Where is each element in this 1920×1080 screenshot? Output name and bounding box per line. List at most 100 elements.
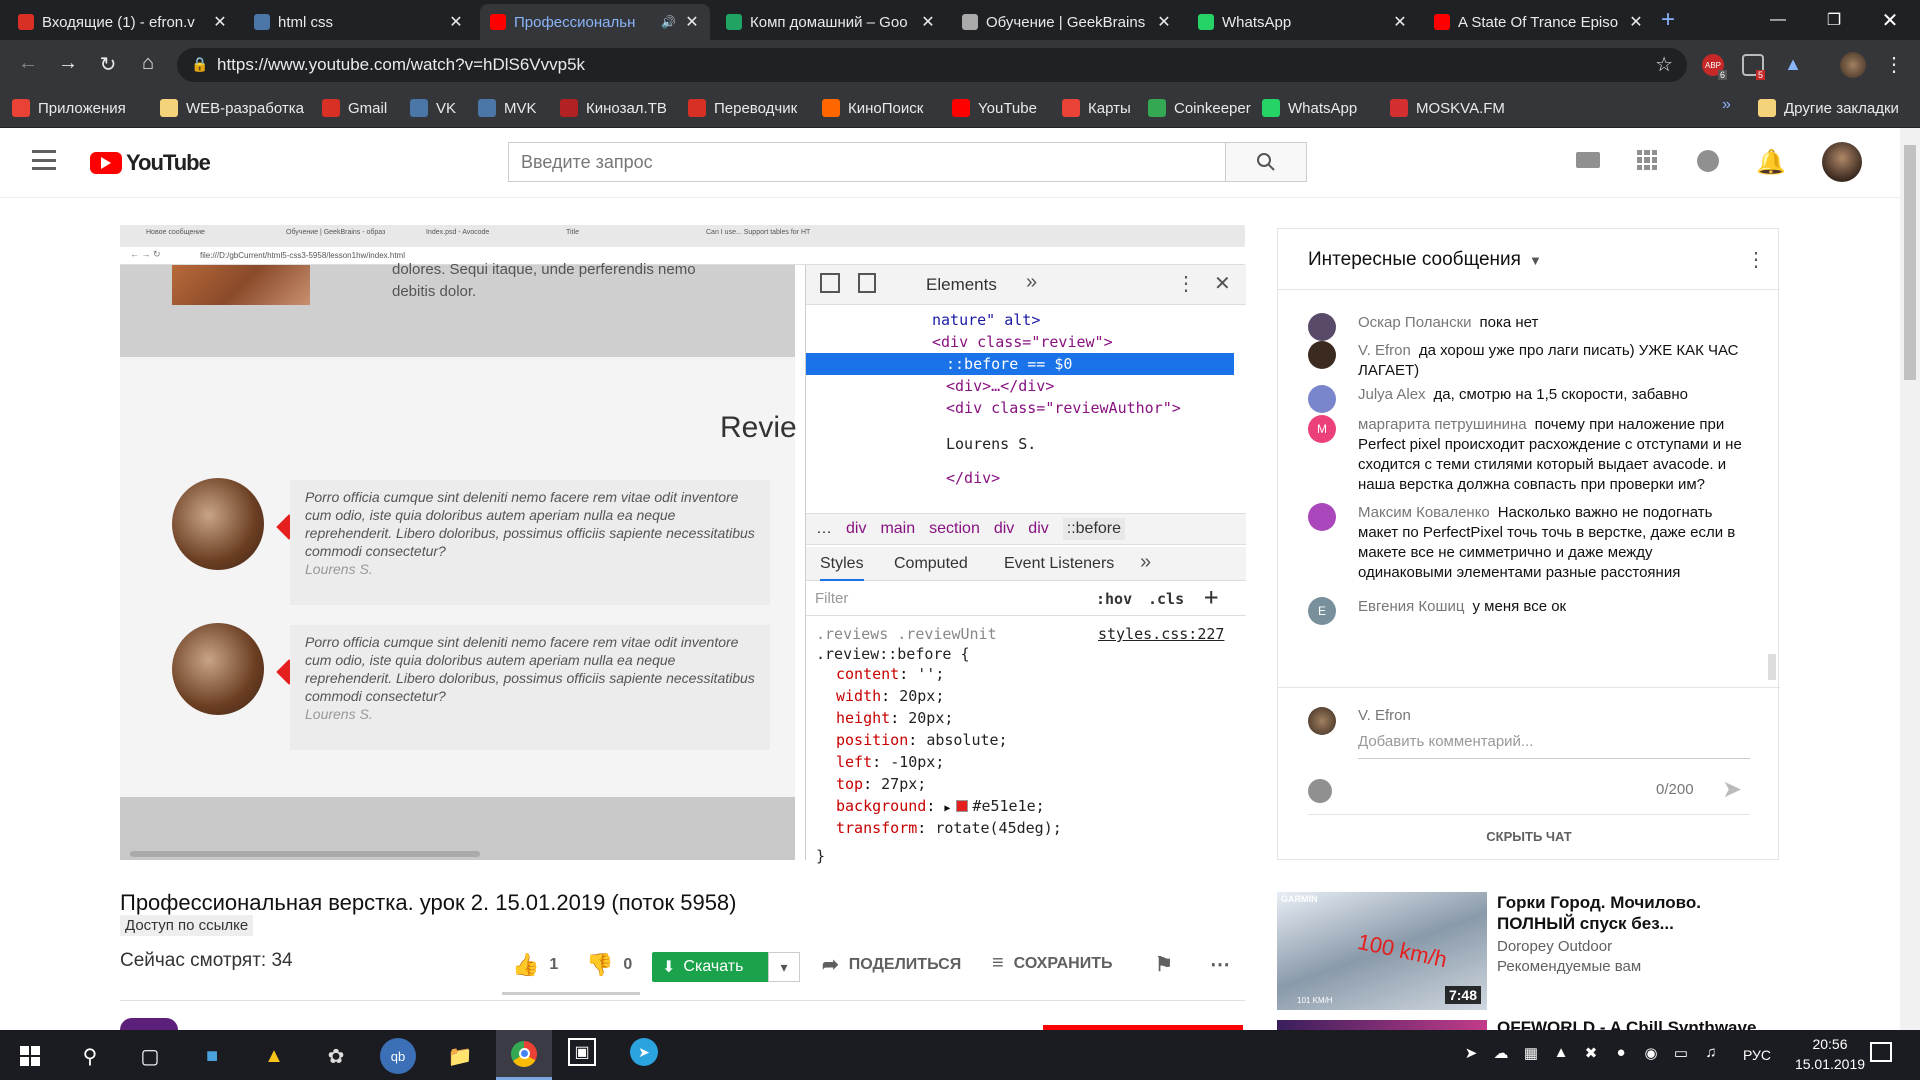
chat-message[interactable]: V. Efron да хорош уже про лаги писать) УЖ… bbox=[1308, 341, 1748, 381]
bookmark-item[interactable]: YouTube bbox=[952, 99, 1037, 117]
bookmark-item[interactable]: WhatsApp bbox=[1262, 99, 1357, 117]
search-input[interactable]: Введите запрос bbox=[508, 142, 1226, 182]
devtools-close-icon[interactable]: ✕ bbox=[1214, 271, 1231, 296]
notification-center-icon[interactable] bbox=[1870, 1042, 1892, 1062]
breadcrumb-item[interactable]: div bbox=[1028, 520, 1048, 538]
speaker-icon[interactable]: 🔊 bbox=[661, 15, 676, 29]
chat-mode-selector[interactable]: Интересные сообщения ▼ bbox=[1308, 249, 1542, 271]
messages-icon[interactable] bbox=[1697, 150, 1719, 172]
forward-arrow-icon[interactable]: → bbox=[54, 52, 82, 75]
close-window-button[interactable]: ✕ bbox=[1862, 0, 1918, 40]
rule-source-link[interactable]: styles.css:227 bbox=[1098, 625, 1224, 643]
bookmark-item[interactable]: Приложения bbox=[12, 99, 126, 117]
devtools-menu-icon[interactable]: ⋮ bbox=[1176, 271, 1196, 296]
dom-node[interactable]: ::before == $0 bbox=[946, 355, 1072, 373]
create-video-icon[interactable] bbox=[1576, 152, 1600, 168]
cls-toggle[interactable]: .cls bbox=[1148, 590, 1184, 608]
reload-icon[interactable]: ↻ bbox=[94, 52, 122, 77]
bookmark-item[interactable]: Переводчик bbox=[688, 99, 797, 117]
dom-node[interactable]: Lourens S. bbox=[946, 435, 1036, 453]
more-panels-icon[interactable]: » bbox=[1026, 271, 1037, 294]
more-actions-icon[interactable]: ⋯ bbox=[1210, 952, 1230, 977]
inspect-element-icon[interactable] bbox=[820, 273, 840, 293]
like-button[interactable]: 👍 1 bbox=[512, 952, 558, 978]
breadcrumb-item[interactable]: div bbox=[994, 520, 1014, 538]
dom-node[interactable]: <div class="reviewAuthor"> bbox=[946, 399, 1181, 417]
app-icon-2[interactable]: ▲ bbox=[256, 1038, 292, 1074]
bookmark-item[interactable]: MVK bbox=[478, 99, 537, 117]
browser-tab[interactable]: WhatsApp ✕ bbox=[1188, 4, 1418, 40]
minimize-button[interactable]: — bbox=[1750, 0, 1806, 40]
volume-icon[interactable]: ♫ bbox=[1700, 1044, 1722, 1066]
browser-tab[interactable]: A State Of Trance Episo ✕ bbox=[1424, 4, 1654, 40]
save-button[interactable]: ≡ СОХРАНИТЬ bbox=[992, 952, 1112, 975]
dom-node[interactable]: nature" alt> bbox=[932, 311, 1040, 329]
chat-author[interactable]: Оскар Полански bbox=[1358, 314, 1472, 331]
account-avatar[interactable] bbox=[1822, 142, 1862, 182]
browser-tab[interactable]: html css ✕ bbox=[244, 4, 474, 40]
dom-node[interactable]: <div class="review"> bbox=[932, 333, 1113, 351]
css-declaration[interactable]: width: 20px; bbox=[836, 687, 944, 705]
storage-icon[interactable]: ▲ bbox=[1550, 1044, 1572, 1066]
close-tab-icon[interactable]: ✕ bbox=[1628, 12, 1644, 32]
styles-filter-input[interactable]: Filter bbox=[810, 585, 1080, 613]
bookmark-item[interactable]: MOSKVA.FM bbox=[1390, 99, 1505, 117]
chrome-tray-icon[interactable]: ◉ bbox=[1640, 1044, 1662, 1066]
maximize-button[interactable]: ❐ bbox=[1806, 0, 1862, 40]
dom-node[interactable]: <div>…</div> bbox=[946, 377, 1054, 395]
windows-start-icon[interactable] bbox=[12, 1038, 48, 1074]
devtools-subtab[interactable]: Event Listeners bbox=[1004, 555, 1114, 573]
more-subtabs-icon[interactable]: » bbox=[1140, 551, 1151, 574]
grid-tray-icon[interactable]: ▦ bbox=[1520, 1044, 1542, 1066]
dom-node[interactable]: </div> bbox=[946, 469, 1000, 487]
search-icon[interactable]: ⚲ bbox=[72, 1038, 108, 1074]
css-declaration[interactable]: background: ▶ #e51e1e; bbox=[836, 797, 1045, 815]
dislike-button[interactable]: 👎 0 bbox=[586, 952, 632, 978]
app-icon-1[interactable]: ■ bbox=[194, 1038, 230, 1074]
close-tab-icon[interactable]: ✕ bbox=[448, 12, 464, 32]
new-tab-button[interactable]: + bbox=[1654, 6, 1682, 34]
breadcrumb-item[interactable]: main bbox=[880, 520, 915, 538]
bookmark-item[interactable]: VK bbox=[410, 99, 456, 117]
bookmark-item[interactable]: Карты bbox=[1062, 99, 1131, 117]
browser-tab[interactable]: Входящие (1) - efron.v ✕ bbox=[8, 4, 238, 40]
elements-tab[interactable]: Elements bbox=[926, 275, 997, 295]
expand-triangle-icon[interactable]: ▶ bbox=[944, 803, 956, 814]
breadcrumb-item[interactable]: … bbox=[816, 520, 832, 538]
profile-avatar[interactable] bbox=[1840, 52, 1866, 78]
cloud-icon[interactable]: ☁ bbox=[1490, 1044, 1512, 1066]
home-icon[interactable]: ⌂ bbox=[134, 52, 162, 75]
youtube-logo[interactable]: YouTube bbox=[90, 150, 211, 176]
chat-message[interactable]: Оскар Полански пока нет bbox=[1308, 313, 1748, 341]
recommendation-item[interactable]: GARMIN 100 km/h 101 KM/H 7:48 Горки Горо… bbox=[1277, 892, 1779, 1042]
css-declaration[interactable]: content: ''; bbox=[836, 665, 944, 683]
new-rule-plus-icon[interactable]: + bbox=[1204, 583, 1218, 611]
clock[interactable]: 20:56 15.01.2019 bbox=[1780, 1034, 1880, 1074]
browser-tab[interactable]: Профессиональн 🔊 ✕ bbox=[480, 4, 710, 40]
apps-grid-icon[interactable] bbox=[1637, 150, 1657, 170]
close-tab-icon[interactable]: ✕ bbox=[212, 12, 228, 32]
wifi-off-icon[interactable]: ✖ bbox=[1580, 1044, 1602, 1066]
browser-tab[interactable]: Комп домашний – Goo ✕ bbox=[716, 4, 946, 40]
bell-extension-icon[interactable]: ▲ bbox=[1782, 54, 1804, 76]
chat-author[interactable]: маргарита петрушинина bbox=[1358, 416, 1527, 433]
report-flag-icon[interactable]: ⚑ bbox=[1155, 952, 1173, 977]
chat-input[interactable]: Добавить комментарий... bbox=[1358, 733, 1750, 759]
back-arrow-icon[interactable]: ← bbox=[14, 52, 42, 75]
chat-author[interactable]: V. Efron bbox=[1358, 342, 1411, 359]
chevron-more-icon[interactable]: » bbox=[1722, 96, 1731, 114]
chat-author[interactable]: Евгения Кошиц bbox=[1358, 598, 1465, 615]
language-indicator[interactable]: РУС bbox=[1741, 1030, 1773, 1080]
css-declaration[interactable]: position: absolute; bbox=[836, 731, 1008, 749]
qbittorrent-icon[interactable]: qb bbox=[380, 1038, 416, 1074]
task-view-icon[interactable]: ▢ bbox=[132, 1038, 168, 1074]
close-tab-icon[interactable]: ✕ bbox=[1156, 12, 1172, 32]
qbittorrent-tray-icon[interactable]: ● bbox=[1610, 1044, 1632, 1066]
chrome-taskbar-icon[interactable] bbox=[496, 1030, 552, 1080]
hamburger-menu-icon[interactable] bbox=[32, 150, 56, 170]
bookmark-item[interactable]: Gmail bbox=[322, 99, 387, 117]
devtools-subtab[interactable]: Computed bbox=[894, 555, 968, 573]
close-tab-icon[interactable]: ✕ bbox=[920, 12, 936, 32]
hov-toggle[interactable]: :hov bbox=[1096, 590, 1132, 608]
app-icon-3[interactable]: ✿ bbox=[318, 1038, 354, 1074]
